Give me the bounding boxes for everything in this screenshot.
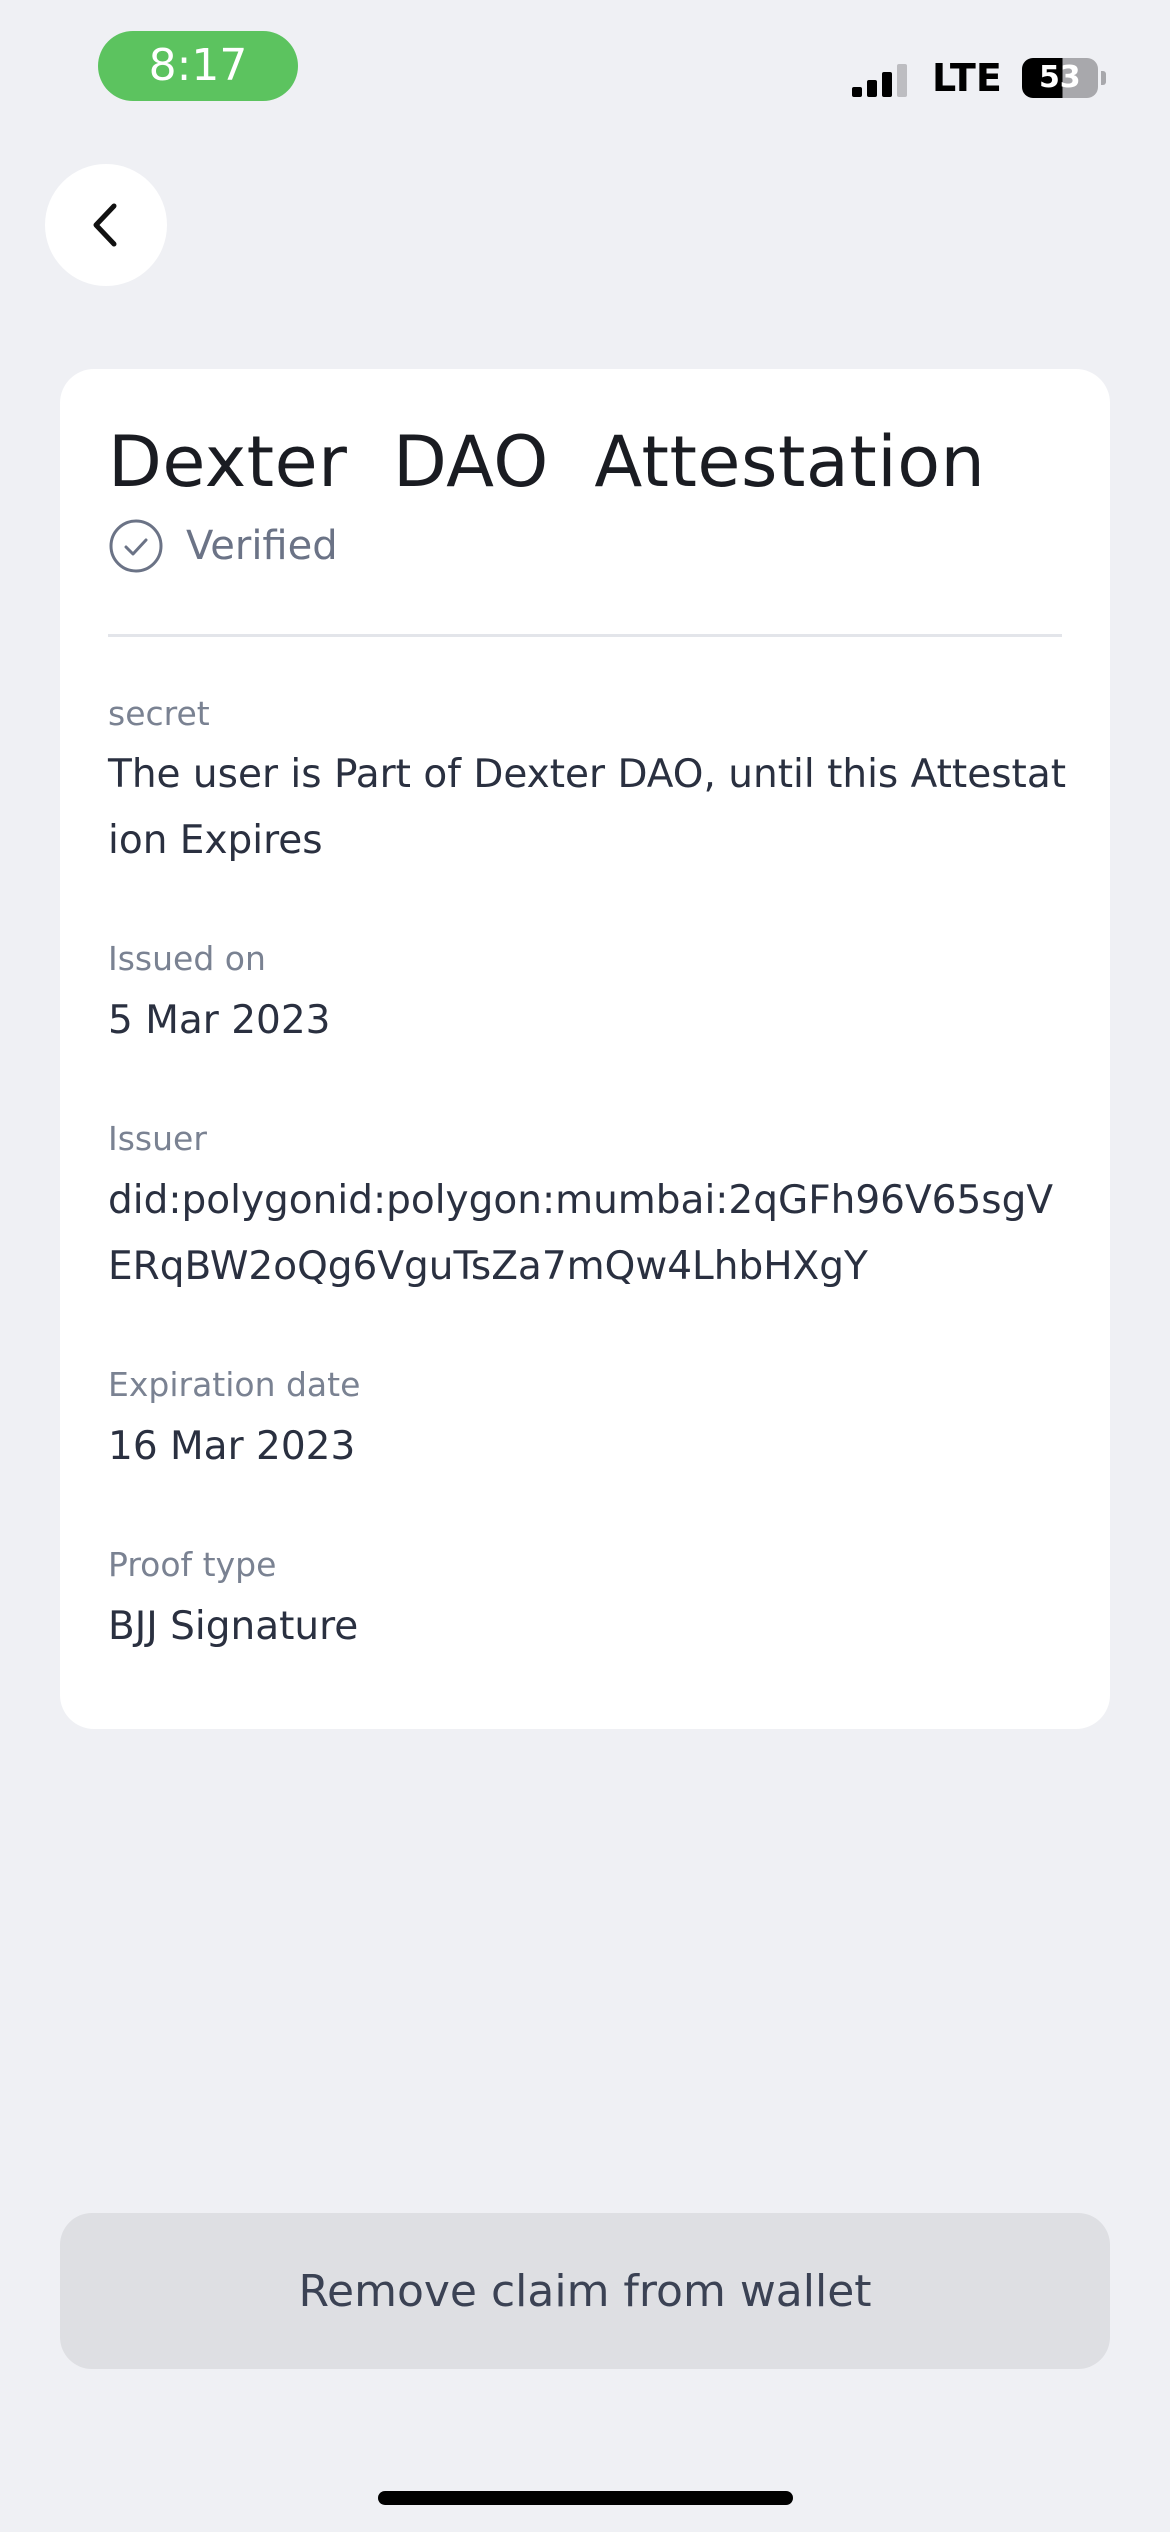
verified-label: Verified [186, 523, 338, 569]
divider [108, 634, 1062, 637]
home-indicator[interactable] [378, 2491, 793, 2505]
remove-claim-button[interactable]: Remove claim from wallet [60, 2213, 1110, 2369]
field-label-proof-type: Proof type [108, 1545, 277, 1584]
chevron-left-icon [93, 203, 117, 247]
field-value-issued-on: 5 Mar 2023 [108, 998, 331, 1043]
check-circle-icon [109, 519, 163, 573]
field-label-issuer: Issuer [108, 1119, 207, 1158]
back-button[interactable] [45, 164, 167, 286]
status-indicators: LTE 53 [852, 56, 1106, 100]
field-label-expiration-date: Expiration date [108, 1365, 361, 1404]
battery-icon: 53 [1021, 58, 1106, 98]
field-label-issued-on: Issued on [108, 939, 266, 978]
remove-claim-label: Remove claim from wallet [298, 2265, 872, 2317]
field-value-expiration-date: 16 Mar 2023 [108, 1424, 356, 1469]
field-value-issuer: did:polygonid:polygon:mumbai:2qGFh96V65s… [108, 1178, 1054, 1289]
battery-level: 53 [1021, 58, 1098, 98]
field-label-secret: secret [108, 694, 210, 733]
field-value-secret: The user is Part of Dexter DAO, until th… [108, 752, 1067, 863]
credential-title: Dexter DAO Attestation [108, 421, 986, 503]
network-type: LTE [932, 56, 1002, 100]
field-value-proof-type: BJJ Signature [108, 1604, 359, 1649]
status-time: 8:17 [98, 31, 298, 101]
credential-card: Dexter DAO Attestation Verified secret T… [60, 369, 1110, 1729]
verified-status: Verified [108, 518, 338, 574]
signal-icon [852, 59, 914, 97]
